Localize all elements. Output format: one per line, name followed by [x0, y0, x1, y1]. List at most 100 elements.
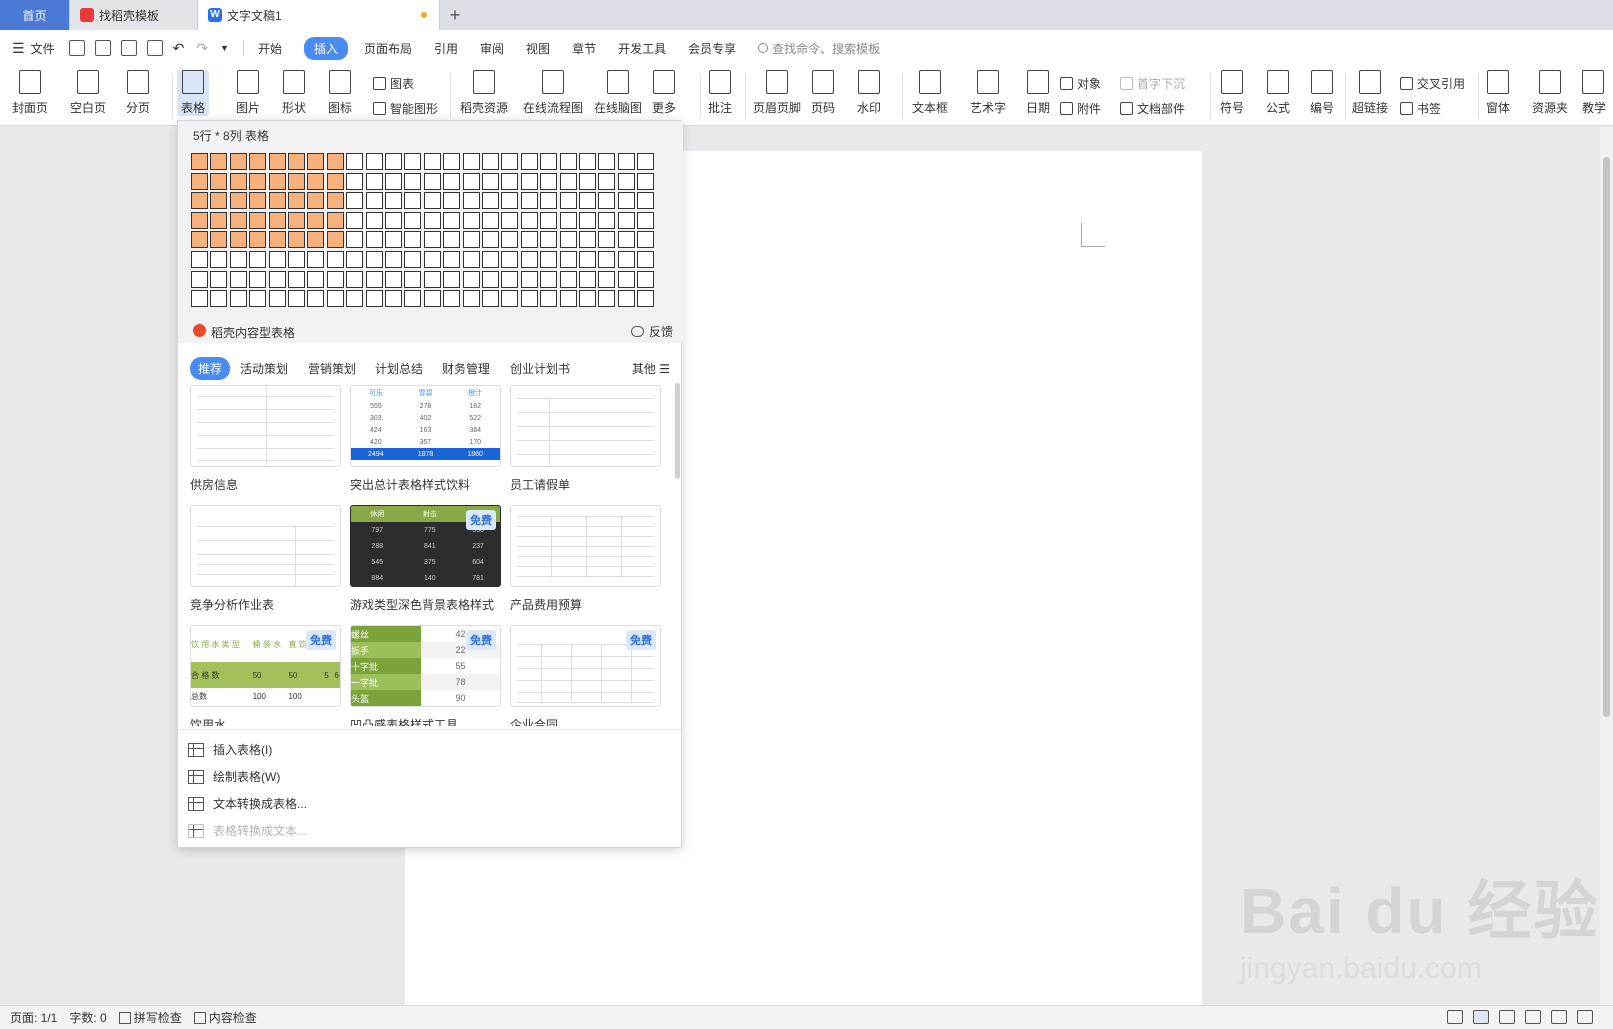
dropcap-button[interactable]: 首字下沉: [1120, 75, 1185, 92]
grid-cell[interactable]: [579, 192, 596, 210]
grid-cell[interactable]: [346, 172, 364, 190]
grid-cell[interactable]: [579, 172, 596, 190]
grid-cell[interactable]: [288, 153, 305, 170]
grid-cell[interactable]: [540, 251, 558, 268]
grid-cell[interactable]: [365, 192, 383, 210]
grid-cell[interactable]: [637, 153, 655, 170]
attachment-button[interactable]: 附件: [1060, 100, 1101, 117]
grid-cell[interactable]: [520, 231, 538, 249]
page-number-button[interactable]: 页码: [811, 70, 835, 116]
table-button[interactable]: 表格: [177, 70, 210, 116]
more-button[interactable]: 更多: [652, 70, 676, 116]
grid-cell[interactable]: [462, 153, 480, 170]
flowchart-button[interactable]: 在线流程图: [523, 70, 583, 116]
tab-home[interactable]: 首页: [0, 0, 70, 30]
grid-cell[interactable]: [501, 290, 519, 308]
grid-cell[interactable]: [288, 270, 305, 288]
grid-cell[interactable]: [210, 251, 228, 268]
grid-cell[interactable]: [210, 153, 228, 170]
print-icon[interactable]: [120, 40, 137, 56]
grid-cell[interactable]: [268, 231, 286, 249]
object-button[interactable]: 对象: [1060, 75, 1101, 92]
grid-cell[interactable]: [540, 192, 558, 210]
grid-cell[interactable]: [482, 172, 499, 190]
grid-cell[interactable]: [462, 231, 480, 249]
window-button[interactable]: 窗体: [1486, 70, 1510, 116]
grid-cell[interactable]: [326, 211, 344, 229]
grid-cell[interactable]: [598, 231, 616, 249]
grid-cell[interactable]: [191, 231, 208, 249]
grid-cell[interactable]: [307, 153, 325, 170]
eye-protection-icon[interactable]: [1447, 1010, 1463, 1024]
grid-cell[interactable]: [520, 211, 538, 229]
category-startup[interactable]: 创业计划书: [510, 360, 570, 377]
grid-cell[interactable]: [617, 153, 635, 170]
command-search[interactable]: 查找命令、搜索模板: [758, 40, 880, 57]
grid-cell[interactable]: [229, 172, 247, 190]
category-summary[interactable]: 计划总结: [375, 360, 423, 377]
grid-cell[interactable]: [191, 251, 208, 268]
category-more[interactable]: 其他 ☰: [632, 360, 670, 377]
grid-cell[interactable]: [423, 172, 441, 190]
category-recommend[interactable]: 推荐: [190, 357, 231, 380]
watermark-button[interactable]: 水印: [857, 70, 881, 116]
grid-cell[interactable]: [307, 251, 325, 268]
grid-cell[interactable]: [598, 192, 616, 210]
grid-cell[interactable]: [404, 251, 422, 268]
grid-cell[interactable]: [637, 290, 655, 308]
undo-icon[interactable]: ↶: [173, 40, 185, 57]
grid-cell[interactable]: [249, 153, 267, 170]
grid-cell[interactable]: [462, 211, 480, 229]
menu-member[interactable]: 会员专享: [688, 40, 736, 57]
grid-cell[interactable]: [210, 172, 228, 190]
grid-cell[interactable]: [637, 270, 655, 288]
grid-cell[interactable]: [482, 251, 499, 268]
mindmap-button[interactable]: 在线脑图: [594, 70, 642, 116]
grid-cell[interactable]: [365, 290, 383, 308]
grid-cell[interactable]: [598, 153, 616, 170]
grid-cell[interactable]: [540, 290, 558, 308]
grid-cell[interactable]: [210, 231, 228, 249]
grid-cell[interactable]: [482, 192, 499, 210]
grid-cell[interactable]: [326, 231, 344, 249]
grid-cell[interactable]: [268, 172, 286, 190]
grid-cell[interactable]: [617, 251, 635, 268]
grid-cell[interactable]: [210, 192, 228, 210]
symbol-button[interactable]: 符号: [1220, 70, 1244, 116]
grid-cell[interactable]: [482, 211, 499, 229]
grid-cell[interactable]: [520, 290, 538, 308]
grid-cell[interactable]: [598, 172, 616, 190]
icon-button[interactable]: 图标: [328, 70, 352, 116]
grid-cell[interactable]: [191, 211, 208, 229]
grid-cell[interactable]: [229, 211, 247, 229]
grid-cell[interactable]: [520, 172, 538, 190]
grid-cell[interactable]: [579, 153, 596, 170]
menu-review[interactable]: 审阅: [480, 40, 504, 57]
menu-hamburger-icon[interactable]: ☰: [12, 40, 25, 57]
date-button[interactable]: 日期: [1026, 70, 1050, 116]
grid-cell[interactable]: [540, 270, 558, 288]
grid-cell[interactable]: [346, 290, 364, 308]
grid-cell[interactable]: [559, 270, 577, 288]
grid-cell[interactable]: [307, 270, 325, 288]
grid-cell[interactable]: [268, 270, 286, 288]
outline-view-icon[interactable]: [1499, 1010, 1515, 1024]
grid-cell[interactable]: [268, 192, 286, 210]
grid-cell[interactable]: [229, 153, 247, 170]
grid-cell[interactable]: [443, 251, 461, 268]
chart-button[interactable]: 图表: [373, 75, 414, 92]
grid-cell[interactable]: [617, 231, 635, 249]
grid-cell[interactable]: [268, 211, 286, 229]
docer-resource-button[interactable]: 稻壳资源: [460, 70, 508, 116]
menu-references[interactable]: 引用: [434, 40, 458, 57]
grid-cell[interactable]: [326, 251, 344, 268]
grid-cell[interactable]: [462, 290, 480, 308]
grid-cell[interactable]: [268, 251, 286, 268]
grid-cell[interactable]: [191, 270, 208, 288]
grid-cell[interactable]: [191, 192, 208, 210]
feedback-button[interactable]: 反馈: [630, 323, 673, 340]
grid-cell[interactable]: [637, 172, 655, 190]
grid-cell[interactable]: [443, 270, 461, 288]
grid-cell[interactable]: [559, 211, 577, 229]
save-icon[interactable]: [68, 40, 85, 56]
